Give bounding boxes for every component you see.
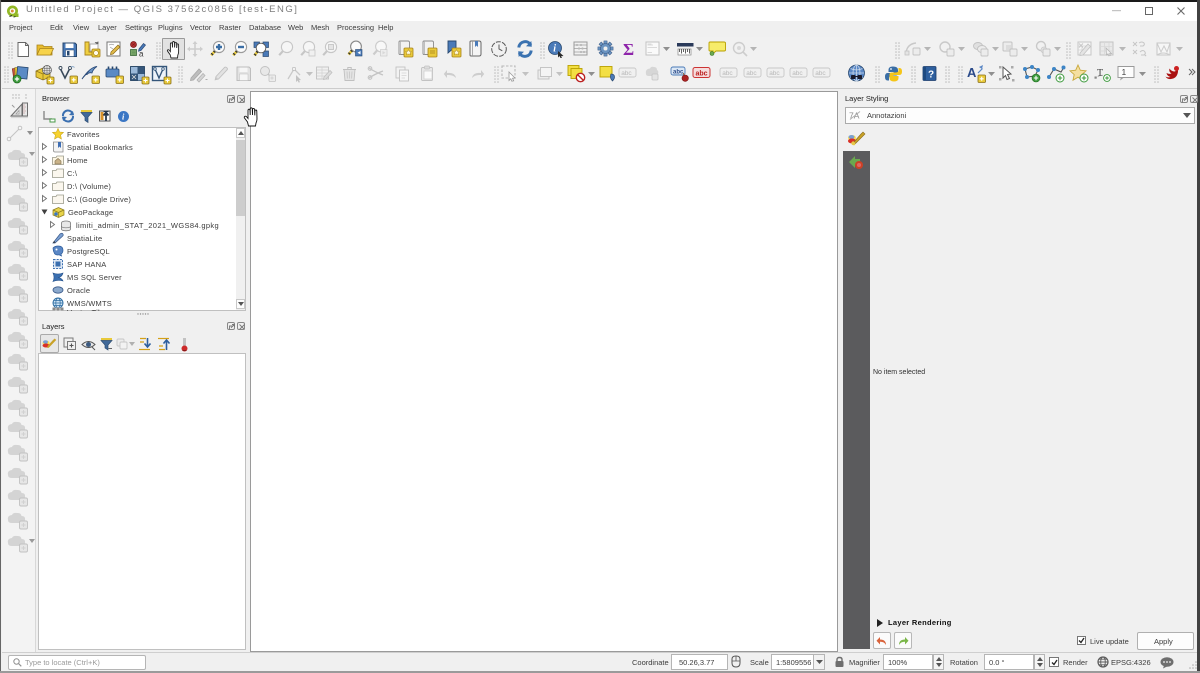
svg-text:abc: abc: [792, 70, 803, 77]
svg-text:i: i: [553, 44, 556, 55]
svg-text:a: a: [139, 50, 144, 59]
svg-text:abc: abc: [722, 70, 733, 77]
svg-text:abc: abc: [621, 70, 632, 77]
svg-text:abc: abc: [673, 70, 684, 76]
svg-text:?: ?: [928, 70, 934, 81]
svg-text:abc: abc: [769, 70, 780, 77]
svg-text:Σ: Σ: [623, 40, 634, 59]
svg-text:abc: abc: [746, 70, 757, 77]
svg-text:1: 1: [1122, 67, 1127, 77]
svg-text:A: A: [967, 65, 977, 80]
svg-text:T: T: [1097, 68, 1103, 79]
svg-text:abc: abc: [815, 70, 826, 77]
svg-text:abc: abc: [696, 71, 708, 78]
